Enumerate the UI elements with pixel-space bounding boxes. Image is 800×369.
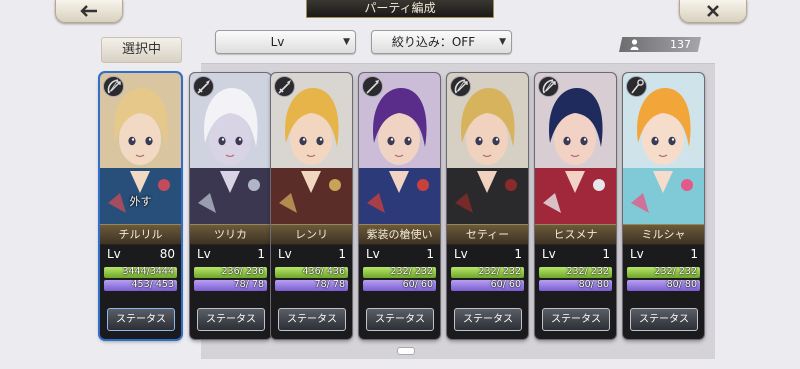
sp-value: 80/ 80: [666, 280, 697, 290]
level-value: 1: [338, 247, 346, 261]
sp-bar: 60/ 60: [363, 280, 436, 291]
sp-bar: 78/ 78: [275, 280, 348, 291]
chevron-down-icon: ▼: [343, 37, 350, 47]
sp-bar: 80/ 80: [539, 280, 612, 291]
unit-count: 137: [670, 38, 691, 51]
status-button[interactable]: ステータス: [278, 308, 346, 331]
hp-bar: 232/ 232: [363, 267, 436, 278]
sp-value: 453/ 453: [131, 280, 175, 290]
hp-value: 232/ 232: [390, 267, 434, 277]
sp-value: 60/ 60: [490, 280, 521, 290]
level-label: Lv: [630, 247, 644, 261]
person-icon: [630, 39, 639, 50]
character-name: セティー: [447, 224, 528, 245]
hp-value: 232/ 232: [566, 267, 610, 277]
level-value: 1: [514, 247, 522, 261]
level-row: Lv 1: [359, 245, 440, 265]
level-label: Lv: [197, 247, 211, 261]
bow-icon: [450, 76, 471, 97]
level-value: 1: [602, 247, 610, 261]
character-card[interactable]: セティー Lv 1 232/ 232 60/ 60 ステータス: [447, 73, 528, 339]
filter-value: 絞り込み：OFF: [391, 35, 476, 49]
hp-value: 436/ 436: [302, 267, 346, 277]
sp-value: 60/ 60: [402, 280, 433, 290]
level-value: 1: [426, 247, 434, 261]
sort-value: Lv: [270, 35, 285, 49]
remove-label[interactable]: 外す: [100, 193, 181, 209]
hp-bar: 232/ 232: [539, 267, 612, 278]
hp-value: 232/ 232: [654, 267, 698, 277]
back-button[interactable]: [55, 0, 123, 23]
bow-icon: [103, 76, 124, 97]
level-row: Lv 1: [535, 245, 616, 265]
level-label: Lv: [542, 247, 556, 261]
sword-icon: [274, 76, 295, 97]
level-value: 1: [690, 247, 698, 261]
character-card[interactable]: 紫装の槍使い Lv 1 232/ 232 60/ 60 ステータス: [359, 73, 440, 339]
level-row: Lv 1: [271, 245, 352, 265]
status-button[interactable]: ステータス: [454, 308, 522, 331]
arrow-left-icon: [80, 5, 97, 17]
status-button[interactable]: ステータス: [107, 308, 175, 331]
chevron-down-icon: ▼: [499, 37, 506, 47]
spear-icon: [362, 76, 383, 97]
unit-count-badge: 137: [619, 37, 701, 52]
character-card[interactable]: ツリカ Lv 1 236/ 236 78/ 78 ステータス: [190, 73, 271, 339]
staff-icon: [626, 76, 647, 97]
level-label: Lv: [366, 247, 380, 261]
hp-bar: 232/ 232: [451, 267, 524, 278]
sword-icon: [193, 76, 214, 97]
sp-bar: 80/ 80: [627, 280, 700, 291]
level-label: Lv: [454, 247, 468, 261]
character-name: 紫装の槍使い: [359, 224, 440, 245]
hp-bar: 3444/3444: [104, 267, 177, 278]
status-button[interactable]: ステータス: [542, 308, 610, 331]
level-label: Lv: [278, 247, 292, 261]
page-title: パーティ編成: [306, 0, 494, 18]
character-name: ヒスメナ: [535, 224, 616, 245]
sp-value: 80/ 80: [578, 280, 609, 290]
level-row: Lv 1: [447, 245, 528, 265]
character-card[interactable]: 外す チルリル Lv 80 3444/3444 453/ 453 ステータス: [100, 73, 181, 339]
hp-value: 236/ 236: [221, 267, 265, 277]
selected-label: 選択中: [101, 37, 182, 63]
scroll-indicator[interactable]: [397, 347, 415, 355]
level-value: 80: [159, 247, 175, 261]
hp-bar: 436/ 436: [275, 267, 348, 278]
sp-value: 78/ 78: [233, 280, 264, 290]
character-card[interactable]: ミルシャ Lv 1 232/ 232 80/ 80 ステータス: [623, 73, 704, 339]
close-icon: [707, 5, 719, 17]
status-button[interactable]: ステータス: [197, 308, 265, 331]
character-card[interactable]: レンリ Lv 1 436/ 436 78/ 78 ステータス: [271, 73, 352, 339]
level-row: Lv 1: [623, 245, 704, 265]
sp-value: 78/ 78: [314, 280, 345, 290]
character-name: ミルシャ: [623, 224, 704, 245]
bow-icon: [538, 76, 559, 97]
level-label: Lv: [107, 247, 121, 261]
status-button[interactable]: ステータス: [630, 308, 698, 331]
character-card[interactable]: ヒスメナ Lv 1 232/ 232 80/ 80 ステータス: [535, 73, 616, 339]
character-name: レンリ: [271, 224, 352, 245]
hp-bar: 232/ 232: [627, 267, 700, 278]
character-name: チルリル: [100, 224, 181, 245]
level-row: Lv 80: [100, 245, 181, 265]
sort-dropdown[interactable]: Lv ▼: [215, 30, 356, 54]
sp-bar: 60/ 60: [451, 280, 524, 291]
level-value: 1: [257, 247, 265, 261]
sp-bar: 453/ 453: [104, 280, 177, 291]
close-button[interactable]: [679, 0, 747, 23]
status-button[interactable]: ステータス: [366, 308, 434, 331]
hp-value: 3444/3444: [122, 267, 174, 277]
hp-value: 232/ 232: [478, 267, 522, 277]
level-row: Lv 1: [190, 245, 271, 265]
sp-bar: 78/ 78: [194, 280, 267, 291]
hp-bar: 236/ 236: [194, 267, 267, 278]
filter-dropdown[interactable]: 絞り込み：OFF ▼: [371, 30, 512, 54]
character-name: ツリカ: [190, 224, 271, 245]
